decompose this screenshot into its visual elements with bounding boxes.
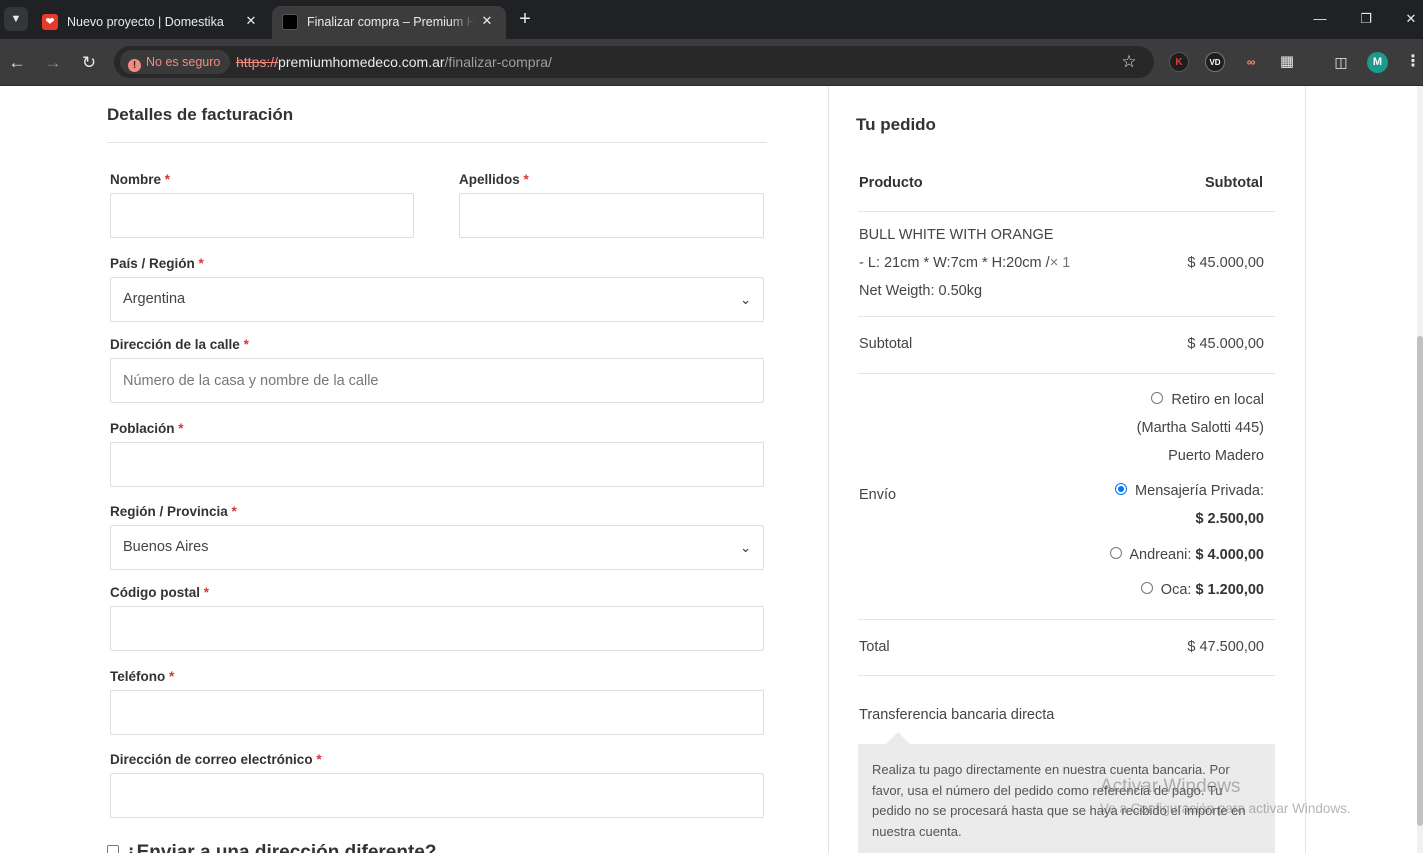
url-host: premiumhomedeco.com.ar (278, 54, 445, 70)
product-quantity: × 1 (1049, 255, 1071, 271)
shipping-option-pickup[interactable]: Retiro en local (1000, 392, 1264, 408)
forward-arrow-icon[interactable]: → (41, 51, 65, 75)
email-label: Dirección de correo electrónico * (110, 752, 322, 767)
country-select[interactable]: Argentina ⌄ (110, 277, 764, 322)
ship-different-checkbox[interactable] (107, 845, 119, 853)
country-selected-value: Argentina (123, 291, 186, 307)
product-column-header: Producto (859, 175, 923, 191)
chevron-down-icon: ⌄ (740, 540, 751, 555)
not-secure-warning-icon: ! (128, 59, 141, 72)
postcode-label: Código postal * (110, 585, 210, 600)
city-input[interactable] (110, 442, 764, 487)
shipping-label: Envío (859, 487, 897, 503)
country-label: País / Región * (110, 256, 204, 271)
state-select[interactable]: Buenos Aires ⌄ (110, 525, 764, 570)
pickup-radio[interactable] (1151, 392, 1164, 404)
phone-input[interactable] (110, 690, 764, 735)
url-text[interactable]: https://premiumhomedeco.com.ar/finalizar… (236, 53, 552, 71)
street-address-label: Dirección de la calle * (110, 337, 249, 352)
oca-radio[interactable] (1140, 582, 1153, 594)
billing-details-title: Detalles de facturación (107, 105, 294, 124)
shipping-option-private-courier[interactable]: Mensajería Privada: (1000, 483, 1264, 499)
city-label: Población * (110, 421, 184, 436)
private-courier-price: $ 2.500,00 (1195, 511, 1264, 527)
billing-title-divider (107, 142, 767, 143)
window-minimize-icon[interactable]: — (1309, 8, 1331, 30)
tab-search-chevron-icon[interactable]: ▼ (4, 7, 28, 31)
page-scrollbar[interactable] (1417, 86, 1423, 853)
tab-domestika[interactable]: ❤ Nuevo proyecto | Domestika ✕ (32, 6, 270, 39)
premium-home-deco-favicon-icon (282, 14, 298, 30)
state-label: Región / Provincia * (110, 504, 237, 519)
total-label: Total (859, 639, 890, 655)
table-divider (858, 211, 1275, 212)
tab-title: Finalizar compra – Premium Home Deco (307, 15, 475, 29)
extension-k-icon[interactable]: K (1169, 52, 1189, 72)
last-name-input[interactable] (459, 193, 764, 238)
browser-tab-bar: ▼ ❤ Nuevo proyecto | Domestika ✕ Finaliz… (0, 0, 1423, 39)
payment-method-bank-transfer[interactable]: Transferencia bancaria directa (859, 707, 1054, 723)
shipping-option-andreani[interactable]: Andreani: $ 4.000,00 (1000, 547, 1264, 563)
checkout-page: Detalles de facturación Nombre * Apellid… (0, 86, 1423, 853)
tab-close-icon[interactable]: ✕ (478, 12, 496, 30)
total-value: $ 47.500,00 (1187, 639, 1264, 655)
state-selected-value: Buenos Aires (123, 539, 209, 555)
chevron-down-icon: ⌄ (740, 292, 751, 307)
email-input[interactable] (110, 773, 764, 818)
postcode-input[interactable] (110, 606, 764, 651)
table-divider (858, 675, 1275, 676)
tab-close-icon[interactable]: ✕ (242, 12, 260, 30)
extension-vd-icon[interactable]: VD (1205, 52, 1225, 72)
subtotal-value: $ 45.000,00 (1187, 336, 1264, 352)
subtotal-label: Subtotal (859, 336, 913, 352)
domestika-favicon-icon: ❤ (42, 14, 58, 30)
table-divider (858, 373, 1275, 374)
url-path: /finalizar-compra/ (444, 54, 552, 70)
table-divider (858, 619, 1275, 620)
back-arrow-icon[interactable]: ← (5, 51, 29, 75)
phone-label: Teléfono * (110, 669, 175, 684)
shipping-option-oca[interactable]: Oca: $ 1.200,00 (1000, 582, 1264, 598)
security-label: No es seguro (146, 55, 221, 69)
profile-avatar[interactable]: M (1367, 52, 1388, 73)
last-name-label: Apellidos * (459, 172, 529, 187)
order-title: Tu pedido (856, 115, 936, 134)
table-divider (858, 316, 1275, 317)
new-tab-plus-icon[interactable]: + (514, 8, 536, 30)
product-weight: Net Weigth: 0.50kg (859, 283, 983, 299)
street-address-input[interactable] (110, 358, 764, 403)
product-dimensions: - L: 21cm * W:7cm * H:20cm /× 1 (859, 255, 1071, 271)
browser-toolbar: ← → ↻ ! No es seguro https://premiumhomed… (0, 39, 1423, 86)
extension-colorful-icon[interactable]: ∞ (1241, 52, 1261, 72)
first-name-label: Nombre * (110, 172, 171, 187)
product-price: $ 45.000,00 (1187, 255, 1264, 271)
address-bar[interactable]: ! No es seguro https://premiumhomedeco.co… (114, 46, 1154, 78)
window-close-icon[interactable]: ✕ (1400, 8, 1422, 30)
pickup-location: Puerto Madero (1168, 448, 1264, 464)
subtotal-column-header: Subtotal (1205, 175, 1263, 191)
security-indicator[interactable]: ! No es seguro (120, 50, 231, 74)
tab-title: Nuevo proyecto | Domestika (67, 15, 224, 29)
bookmark-star-icon[interactable]: ☆ (1118, 51, 1140, 73)
tab-premium-home-deco[interactable]: Finalizar compra – Premium Home Deco ✕ (272, 6, 506, 39)
browser-menu-kebab-icon[interactable]: ⋮ (1403, 52, 1423, 72)
extensions-puzzle-icon[interactable]: ▦ (1277, 52, 1297, 72)
side-panel-icon[interactable]: ◫ (1331, 52, 1351, 72)
window-restore-icon[interactable]: ❐ (1355, 8, 1377, 30)
payment-description-box: Realiza tu pago directamente en nuestra … (858, 744, 1275, 853)
first-name-input[interactable] (110, 193, 414, 238)
reload-icon[interactable]: ↻ (77, 51, 101, 75)
pickup-address: (Martha Salotti 445) (1136, 420, 1264, 436)
payment-box-arrow (886, 732, 910, 744)
andreani-radio[interactable] (1110, 547, 1123, 559)
private-courier-radio[interactable] (1115, 483, 1128, 495)
url-scheme: https:// (236, 54, 279, 70)
product-name: BULL WHITE WITH ORANGE (859, 227, 1054, 243)
scrollbar-thumb[interactable] (1417, 336, 1423, 826)
ship-to-different-address[interactable]: ¿Enviar a una dirección diferente? (107, 842, 436, 853)
